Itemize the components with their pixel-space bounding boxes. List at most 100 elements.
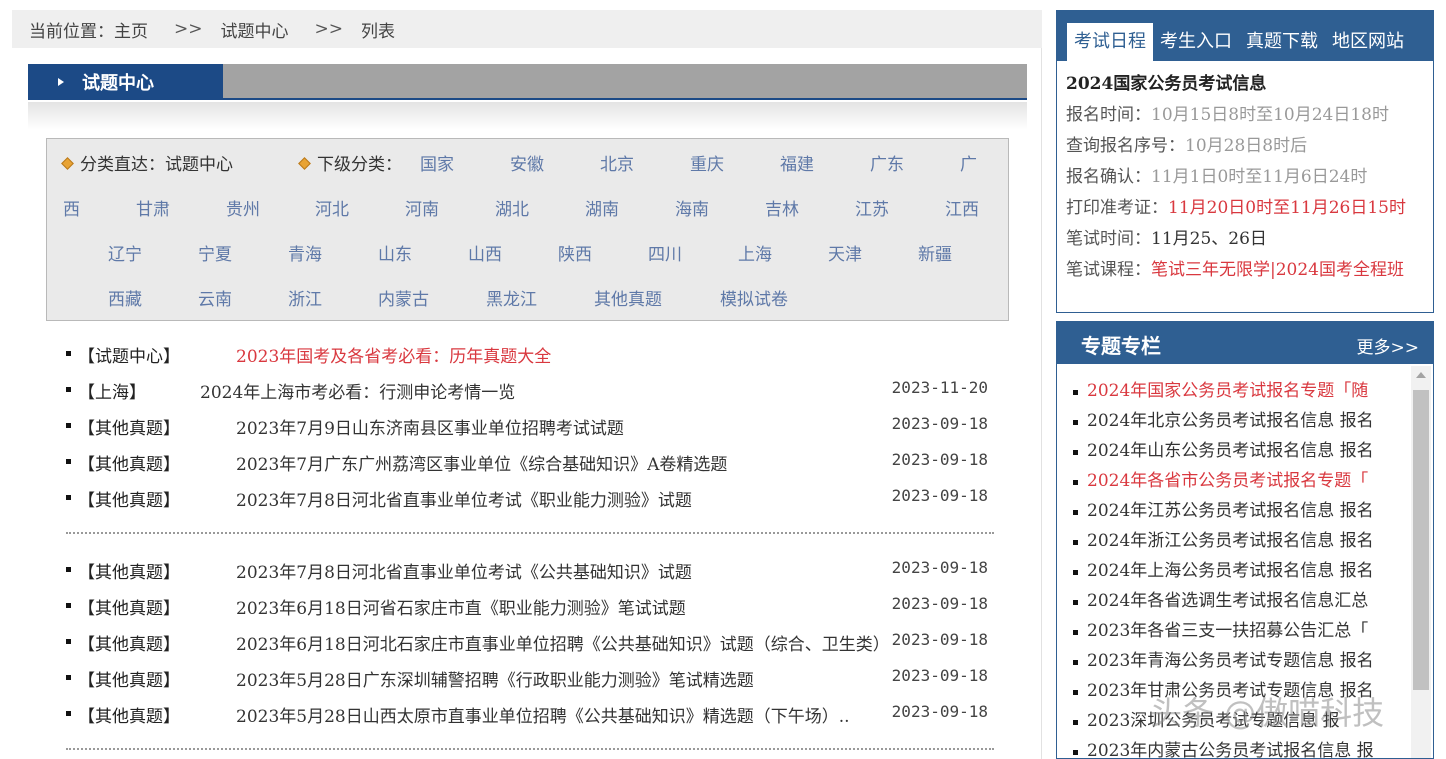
category-link[interactable]: 安徽: [510, 150, 544, 175]
news-title[interactable]: 2023年7月9日山东济南县区事业单位招聘考试试题: [236, 414, 624, 439]
category-link[interactable]: 湖南: [585, 195, 619, 220]
category-link[interactable]: 广东: [870, 150, 904, 175]
category-link[interactable]: 河南: [405, 195, 439, 220]
news-title[interactable]: 2023年7月8日河北省直事业单位考试《公共基础知识》试题: [236, 558, 692, 583]
category-link[interactable]: 吉林: [765, 195, 799, 220]
category-link[interactable]: 上海: [738, 240, 772, 265]
news-title[interactable]: 2023年7月8日河北省直事业单位考试《职业能力测验》试题: [236, 486, 692, 511]
topics-scrollbar[interactable]: [1411, 366, 1431, 758]
news-tag[interactable]: 【试题中心】: [78, 342, 180, 367]
exam-tab[interactable]: 考试日程: [1067, 23, 1153, 61]
category-link[interactable]: 陕西: [558, 240, 592, 265]
news-title[interactable]: 2023年5月28日广东深圳辅警招聘《行政职业能力测验》笔试精选题: [236, 666, 754, 691]
topic-link[interactable]: 2024年国家公务员考试报名专题「随: [1073, 376, 1393, 406]
news-row[interactable]: 【其他真题】 2023年6月18日河省石家庄市直《职业能力测验》笔试试题 2023-…: [60, 588, 1000, 624]
news-date: 2023-09-18: [891, 450, 988, 469]
topic-link[interactable]: 2024年浙江公务员考试报名信息 报名: [1073, 526, 1393, 556]
category-link[interactable]: 重庆: [690, 150, 724, 175]
news-title[interactable]: 2023年6月18日河北石家庄市直事业单位招聘《公共基础知识》试题（综合、卫生类…: [236, 630, 890, 655]
news-row[interactable]: 【其他真题】 2023年7月广东广州荔湾区事业单位《综合基础知识》A卷精选题 202…: [60, 444, 1000, 480]
exam-info-line: 笔试课程：笔试三年无限学|2024国考全程班: [1066, 255, 1433, 286]
news-tag[interactable]: 【其他真题】: [78, 486, 180, 511]
category-link[interactable]: 国家: [420, 150, 454, 175]
category-link[interactable]: 山西: [468, 240, 502, 265]
category-link[interactable]: 北京: [600, 150, 634, 175]
news-title[interactable]: 2023年5月28日山西太原市直事业单位招聘《公共基础知识》精选题（下午场）..: [236, 702, 850, 727]
category-link[interactable]: 新疆: [918, 240, 952, 265]
category-link[interactable]: 辽宁: [108, 240, 142, 265]
scroll-thumb[interactable]: [1413, 390, 1429, 690]
category-direct-link[interactable]: 试题中心: [165, 155, 233, 175]
topics-title: 专题专栏: [1081, 334, 1161, 358]
news-date: 2023-09-18: [891, 414, 988, 433]
category-link[interactable]: 贵州: [226, 195, 260, 220]
category-link[interactable]: 内蒙古: [378, 285, 429, 310]
news-row[interactable]: 【其他真题】 2023年5月28日广东深圳辅警招聘《行政职业能力测验》笔试精选题 2…: [60, 660, 1000, 696]
breadcrumb-section-link[interactable]: 试题中心: [221, 17, 289, 42]
exam-info-value[interactable]: 11月20日0时至11月26日15时: [1168, 198, 1406, 218]
news-row[interactable]: 【其他真题】 2023年6月18日河北石家庄市直事业单位招聘《公共基础知识》试题（…: [60, 624, 1000, 660]
category-link[interactable]: 其他真题: [594, 285, 662, 310]
exam-tab[interactable]: 地区网站: [1325, 23, 1411, 61]
category-link[interactable]: 江西: [945, 195, 979, 220]
news-title[interactable]: 2023年国考及各省考必看：历年真题大全: [236, 342, 551, 367]
category-link[interactable]: 浙江: [288, 285, 322, 310]
topic-link[interactable]: 2023年各省三支一扶招募公告汇总「: [1073, 616, 1393, 646]
dotted-divider: [66, 532, 994, 534]
topic-link[interactable]: 2024年各省市公务员考试报名专题「: [1073, 466, 1393, 496]
category-link[interactable]: 青海: [288, 240, 322, 265]
category-link[interactable]: 西: [63, 195, 80, 220]
category-link[interactable]: 四川: [648, 240, 682, 265]
topics-more-link[interactable]: 更多>>: [1357, 333, 1420, 358]
category-link[interactable]: 山东: [378, 240, 412, 265]
category-link[interactable]: 甘肃: [136, 195, 170, 220]
news-tag[interactable]: 【其他真题】: [78, 558, 180, 583]
category-link[interactable]: 河北: [315, 195, 349, 220]
exam-tab[interactable]: 考生入口: [1153, 23, 1239, 61]
news-row[interactable]: 【其他真题】 2023年7月8日河北省直事业单位考试《职业能力测验》试题 2023-…: [60, 480, 1000, 516]
breadcrumb-home-link[interactable]: 主页: [114, 17, 148, 42]
news-date: 2023-09-18: [891, 666, 988, 685]
exam-info-line: 报名确认：11月1日0时至11月6日24时: [1066, 162, 1433, 193]
category-link[interactable]: 云南: [198, 285, 232, 310]
exam-tab[interactable]: 真题下载: [1239, 23, 1325, 61]
news-title[interactable]: 2023年6月18日河省石家庄市直《职业能力测验》笔试试题: [236, 594, 686, 619]
exam-info-line: 打印准考证：11月20日0时至11月26日15时: [1066, 193, 1433, 224]
category-link[interactable]: 西藏: [108, 285, 142, 310]
news-tag[interactable]: 【其他真题】: [78, 450, 180, 475]
category-link[interactable]: 宁夏: [198, 240, 232, 265]
topic-link[interactable]: 2023年青海公务员考试专题信息 报名: [1073, 646, 1393, 676]
topic-link[interactable]: 2024年江苏公务员考试报名信息 报名: [1073, 496, 1393, 526]
news-tag[interactable]: 【其他真题】: [78, 666, 180, 691]
topic-link[interactable]: 2024年北京公务员考试报名信息 报名: [1073, 406, 1393, 436]
news-title[interactable]: 2023年7月广东广州荔湾区事业单位《综合基础知识》A卷精选题: [236, 450, 727, 475]
news-tag[interactable]: 【其他真题】: [78, 414, 180, 439]
category-link[interactable]: 模拟试卷: [720, 285, 788, 310]
exam-info-label: 报名确认：: [1066, 167, 1151, 187]
news-row[interactable]: 【其他真题】 2023年7月9日山东济南县区事业单位招聘考试试题 2023-09-1…: [60, 408, 1000, 444]
category-link[interactable]: 江苏: [855, 195, 889, 220]
category-link[interactable]: 湖北: [495, 195, 529, 220]
scroll-up-arrow-icon[interactable]: [1416, 372, 1426, 378]
category-link[interactable]: 福建: [780, 150, 814, 175]
news-tag[interactable]: 【其他真题】: [78, 630, 180, 655]
category-link[interactable]: 黑龙江: [486, 285, 537, 310]
topic-link[interactable]: 2023年内蒙古公务员考试报名信息 报: [1073, 736, 1393, 759]
category-link[interactable]: 广: [960, 150, 977, 175]
news-row[interactable]: 【上海】 2024年上海市考必看：行测申论考情一览 2023-11-20: [60, 372, 1000, 408]
news-row[interactable]: 【试题中心】 2023年国考及各省考必看：历年真题大全: [60, 336, 1000, 372]
news-tag[interactable]: 【其他真题】: [78, 702, 180, 727]
news-row[interactable]: 【其他真题】 2023年5月28日山西太原市直事业单位招聘《公共基础知识》精选题（…: [60, 696, 1000, 732]
news-title[interactable]: 2024年上海市考必看：行测申论考情一览: [200, 378, 515, 403]
exam-info-value[interactable]: 笔试三年无限学|2024国考全程班: [1151, 260, 1404, 280]
news-tag[interactable]: 【上海】: [78, 378, 146, 403]
topic-link[interactable]: 2024年山东公务员考试报名信息 报名: [1073, 436, 1393, 466]
topic-link[interactable]: 2024年各省选调生考试报名信息汇总: [1073, 586, 1393, 616]
category-link[interactable]: 海南: [675, 195, 709, 220]
topic-link[interactable]: 2024年上海公务员考试报名信息 报名: [1073, 556, 1393, 586]
news-row[interactable]: 【其他真题】 2023年7月8日河北省直事业单位考试《公共基础知识》试题 2023-…: [60, 552, 1000, 588]
news-tag[interactable]: 【其他真题】: [78, 594, 180, 619]
category-link[interactable]: 天津: [828, 240, 862, 265]
exam-info-value: 11月25、26日: [1151, 229, 1267, 249]
breadcrumb: 当前位置： 主页 >> 试题中心 >> 列表: [12, 10, 1042, 48]
